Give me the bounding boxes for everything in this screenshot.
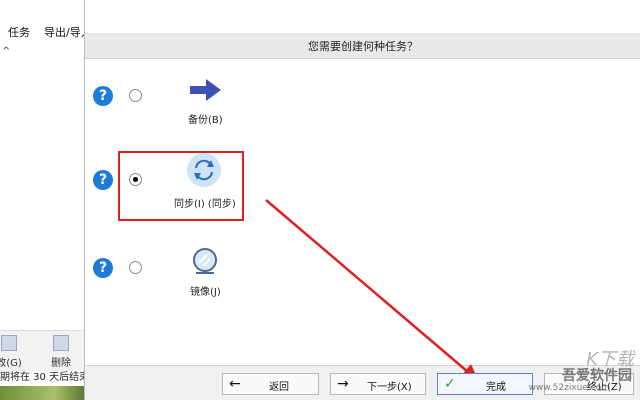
site-watermark: K下载 吾爱软件园 www.52zixue.com bbox=[510, 345, 640, 400]
finish-button-label: 完成 bbox=[486, 382, 506, 393]
screen: 任务 导出/导入 ^ 改(G) 删除 期将在 30 天后结束 您需要创建何种任务… bbox=[0, 0, 640, 400]
arrow-right-icon: → bbox=[337, 376, 349, 392]
watermark-line-2: 吾爱软件园 bbox=[562, 368, 632, 384]
next-button[interactable]: → 下一步(X) bbox=[330, 373, 426, 395]
next-button-label: 下一步(X) bbox=[367, 382, 412, 393]
watermark-line-3: www.52zixue.com bbox=[528, 383, 610, 393]
checkmark-icon: ✓ bbox=[444, 376, 456, 392]
arrow-left-icon: ← bbox=[229, 376, 241, 392]
annotation-arrow bbox=[265, 199, 479, 382]
back-button-label: 返回 bbox=[269, 382, 289, 393]
back-button[interactable]: ← 返回 bbox=[222, 373, 319, 395]
